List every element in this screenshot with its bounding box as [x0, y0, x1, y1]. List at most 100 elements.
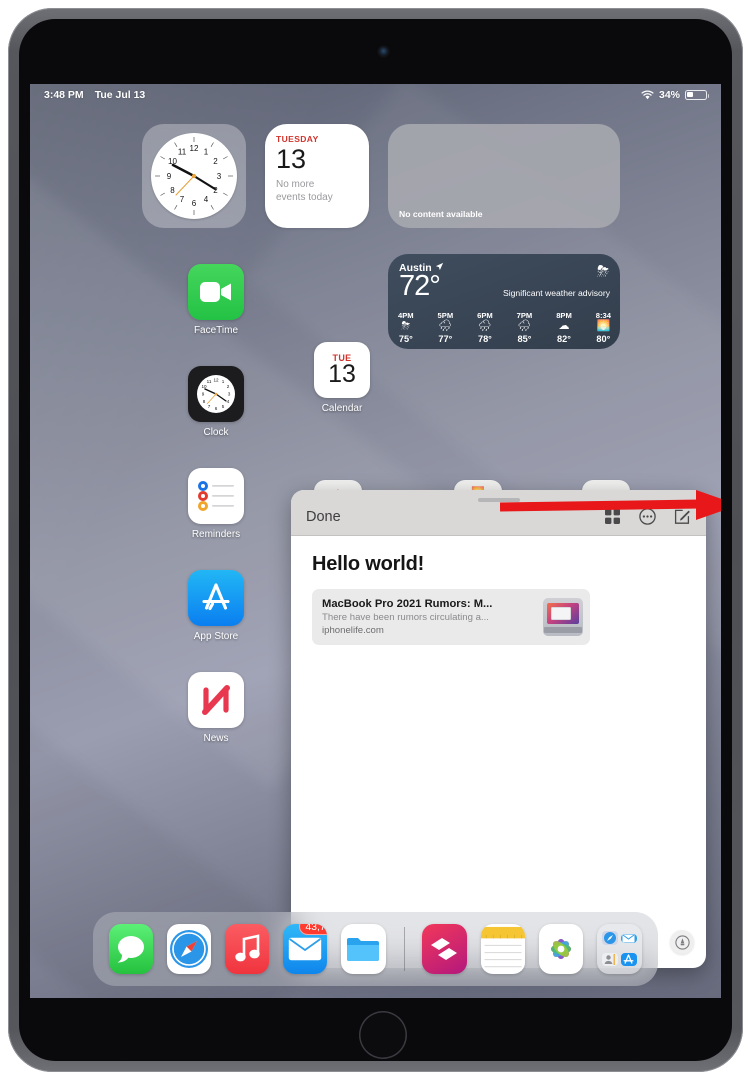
app-label: App Store [193, 631, 239, 642]
folder-mini-mail [620, 933, 638, 943]
app-clock[interactable]: 12 3 6 9 12 45 78 10 11 Clock [168, 366, 264, 438]
red-arrow-right [499, 488, 721, 522]
sunset-icon: 🌅 [596, 320, 611, 333]
rain-icon: 🌧 [477, 320, 492, 333]
app-label: News [203, 733, 229, 744]
weather-widget[interactable]: Austin 72° ⛈ Significant weather advisor… [388, 254, 620, 349]
link-preview-title: MacBook Pro 2021 Rumors: M... [322, 598, 493, 610]
svg-text:7: 7 [180, 195, 185, 204]
svg-text:8: 8 [203, 399, 206, 404]
note-title: Hello world! [312, 553, 425, 575]
hour-temp: 77° [438, 334, 453, 344]
svg-text:5: 5 [222, 404, 225, 409]
home-button[interactable] [359, 1011, 407, 1059]
app-label: Calendar [321, 403, 363, 414]
svg-text:4: 4 [204, 195, 209, 204]
weather-hour: 7PM 🌧 85° [517, 311, 533, 344]
svg-text:9: 9 [167, 172, 172, 181]
calendar-widget-dow: TUESDAY [276, 134, 319, 144]
reminders-icon [188, 468, 244, 524]
thunderstorm-icon: ⛈ [401, 320, 411, 333]
dock-item-photos[interactable] [538, 924, 583, 974]
done-button[interactable]: Done [306, 509, 341, 525]
clock-face: 12 1 2 324 678 9 10 11 [151, 133, 237, 219]
app-facetime[interactable]: FaceTime [168, 264, 264, 336]
dock-item-messages[interactable] [109, 924, 154, 974]
svg-text:9: 9 [202, 392, 205, 397]
svg-text:12: 12 [213, 378, 219, 383]
app-appstore[interactable]: App Store [168, 570, 264, 642]
app-reminders[interactable]: Reminders [168, 468, 264, 540]
ipad-screen: 3:48 PM Tue Jul 13 34% 12 1 2 3 2 4 6 7 … [30, 84, 721, 998]
dock-item-files[interactable] [341, 924, 386, 974]
rain-icon: 🌧 [517, 320, 532, 333]
news-icon [188, 672, 244, 728]
dock-item-mail[interactable]: 43,759 [283, 924, 328, 974]
app-label: Clock [203, 427, 229, 438]
svg-text:3: 3 [217, 172, 222, 181]
clock-widget[interactable]: 12 1 2 324 678 9 10 11 [142, 124, 246, 228]
dock-item-safari[interactable] [167, 924, 212, 974]
app-calendar-tile[interactable]: TUE 13 Calendar [294, 342, 390, 414]
hour-temp: 75° [398, 334, 413, 344]
calendar-widget-day: 13 [276, 144, 307, 174]
calendar-icon: TUE 13 [314, 342, 370, 398]
weather-hour: 6PM 🌧 78° [477, 311, 493, 344]
svg-text:2: 2 [227, 384, 230, 389]
svg-text:8: 8 [170, 186, 175, 195]
hour-temp: 80° [596, 334, 611, 344]
app-calendar[interactable]: TUE 13 Calendar [294, 342, 390, 444]
dock-item-notes[interactable] [480, 924, 525, 974]
dock-item-folder[interactable] [596, 924, 643, 974]
notes-slideover-panel[interactable]: Done Hello world! MacBook Pro 2021 Rumor… [291, 490, 706, 968]
svg-text:11: 11 [207, 379, 212, 384]
dock-divider [403, 927, 405, 971]
app-label: FaceTime [193, 325, 239, 336]
hour-time: 5PM [437, 311, 454, 321]
weather-hour: 8PM ☁ 82° [556, 311, 572, 344]
folder-mini-safari [601, 931, 618, 946]
svg-text:1: 1 [222, 379, 225, 384]
link-preview-url: iphonelife.com [322, 625, 384, 636]
hour-time: 6PM [477, 311, 493, 321]
folder-mini-contacts [601, 953, 618, 967]
app-label: Reminders [191, 529, 241, 540]
svg-text:3: 3 [228, 392, 231, 397]
calendar-widget[interactable]: TUESDAY 13 No more events today [265, 124, 369, 228]
svg-text:12: 12 [190, 144, 199, 153]
hour-temp: 78° [477, 334, 492, 344]
mail-badge: 43,759 [299, 924, 328, 935]
hour-temp: 85° [517, 334, 532, 344]
thunderstorm-icon: ⛈ [596, 263, 609, 280]
rain-icon: 🌧 [438, 320, 453, 333]
weather-advisory: Significant weather advisory [503, 288, 610, 298]
note-content[interactable]: Hello world! MacBook Pro 2021 Rumors: M.… [291, 536, 706, 645]
empty-widget[interactable]: No content available [388, 124, 620, 228]
calendar-icon-day: 13 [328, 360, 356, 389]
weather-hour: 5PM 🌧 77° [438, 311, 454, 344]
app-column: FaceTime 12 3 69 12 45 78 10 11 Clock Re… [168, 264, 264, 774]
empty-widget-text: No content available [399, 209, 483, 219]
dock-item-music[interactable] [225, 924, 270, 974]
link-preview-card[interactable]: MacBook Pro 2021 Rumors: M... There have… [312, 589, 590, 645]
weather-hour: 8:34 🌅 80° [596, 311, 611, 344]
weather-hourly-row: 4PM ⛈ 75° 5PM 🌧 77° 6PM 🌧 78° 7PM 🌧 85° … [398, 311, 611, 344]
svg-text:7: 7 [208, 404, 211, 409]
folder-mini-appstore [620, 953, 638, 967]
markup-pen-icon[interactable] [670, 930, 694, 954]
dock: 43,759 [93, 912, 658, 986]
hour-time: 8PM [556, 311, 572, 321]
svg-text:2: 2 [213, 157, 218, 166]
hour-time: 7PM [516, 311, 533, 321]
svg-text:6: 6 [215, 406, 218, 411]
hour-temp: 82° [557, 334, 571, 344]
app-news[interactable]: News [168, 672, 264, 744]
hour-time: 8:34 [595, 311, 611, 321]
macbook-thumbnail [543, 598, 583, 636]
ipad-device: 3:48 PM Tue Jul 13 34% 12 1 2 3 2 4 6 7 … [8, 8, 743, 1072]
svg-text:6: 6 [192, 199, 197, 208]
link-preview-description: There have been rumors circulating a... [322, 612, 489, 623]
dock-item-shortcuts[interactable] [422, 924, 467, 974]
app-store-icon [188, 570, 244, 626]
front-camera [379, 47, 388, 56]
